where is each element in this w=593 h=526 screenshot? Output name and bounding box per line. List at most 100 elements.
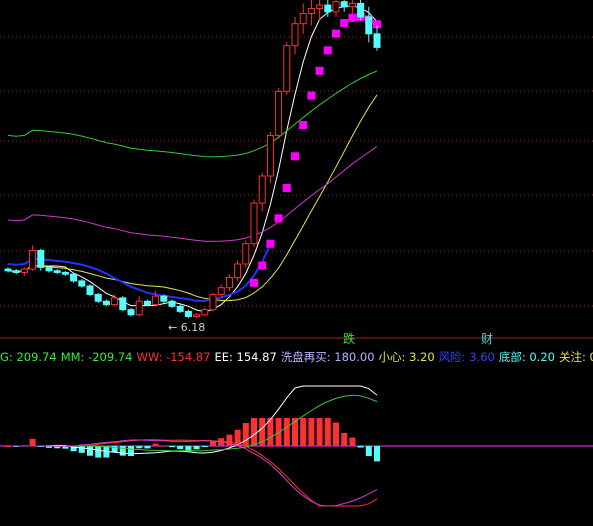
candle-body bbox=[135, 300, 143, 316]
indicator-bar bbox=[160, 445, 167, 447]
signal-label: 跌 bbox=[343, 331, 355, 346]
candle-body bbox=[160, 295, 168, 302]
signal-label: 财 bbox=[481, 332, 493, 346]
legend-item: 风险: 3.60 bbox=[438, 350, 495, 364]
magenta-marker bbox=[282, 184, 291, 193]
magenta-marker bbox=[323, 46, 332, 55]
candle-body bbox=[209, 293, 217, 311]
candlesticks bbox=[4, 0, 381, 319]
ma-blue-line bbox=[7, 243, 272, 302]
indicator-bar bbox=[324, 418, 331, 446]
magenta-marker bbox=[340, 19, 349, 28]
magenta-marker bbox=[274, 214, 283, 223]
magenta-marker bbox=[250, 278, 258, 287]
candle-body bbox=[365, 16, 373, 35]
magenta-marker bbox=[258, 261, 267, 270]
ma-white-line bbox=[7, 5, 378, 313]
indicator-bar bbox=[349, 437, 356, 446]
indicator-bar bbox=[292, 418, 298, 446]
indicator-bar bbox=[333, 422, 339, 446]
indicator-bar bbox=[128, 446, 134, 456]
indicator-bar bbox=[78, 446, 85, 453]
candle-body bbox=[86, 285, 94, 295]
indicator-bar bbox=[136, 446, 143, 449]
candle-body bbox=[357, 2, 365, 18]
indicator-bar bbox=[374, 446, 380, 462]
indicator-bar bbox=[152, 443, 159, 446]
candle-body bbox=[234, 263, 242, 279]
candle-body bbox=[291, 23, 299, 47]
osc-magenta-line bbox=[8, 439, 378, 507]
candle-body bbox=[193, 314, 201, 317]
candle-body bbox=[152, 295, 160, 306]
legend-item: 小心: 3.20 bbox=[378, 350, 435, 364]
indicator-bar bbox=[87, 446, 93, 456]
price-annotation: ← 6.18 bbox=[168, 321, 205, 334]
candle-body bbox=[53, 270, 61, 273]
candle-body bbox=[37, 249, 45, 268]
candle-body bbox=[29, 249, 37, 270]
indicator-bar bbox=[316, 418, 323, 446]
magenta-marker bbox=[348, 13, 357, 22]
candle-body bbox=[225, 277, 233, 289]
ma-magenta-line bbox=[7, 146, 378, 242]
ma-green-line bbox=[7, 70, 378, 158]
candle-body bbox=[299, 13, 307, 25]
candle-body bbox=[168, 300, 176, 307]
candle-body bbox=[217, 287, 225, 295]
candle-body bbox=[143, 300, 151, 306]
indicator-bar bbox=[251, 418, 257, 446]
candle-body bbox=[201, 309, 209, 316]
indicator-bar bbox=[177, 446, 184, 450]
magenta-marker bbox=[332, 29, 340, 38]
indicator-bar bbox=[283, 418, 290, 446]
candle-body bbox=[373, 33, 381, 48]
candle-body bbox=[119, 297, 127, 311]
legend-item: WW: -154.87 bbox=[136, 350, 211, 364]
ma-yellow-line bbox=[7, 94, 378, 302]
indicator-bar bbox=[341, 432, 348, 446]
legend-items: G: 209.74 MM: -209.74 WW: -154.87 EE: 154.8… bbox=[0, 350, 593, 364]
osc-red-line bbox=[8, 439, 378, 507]
magenta-marker bbox=[315, 66, 324, 75]
magenta-marker bbox=[299, 121, 308, 130]
candle-body bbox=[266, 134, 274, 177]
indicator-bar bbox=[193, 446, 200, 450]
candle-body bbox=[94, 293, 102, 302]
indicator-bar bbox=[365, 446, 372, 457]
candle-body bbox=[45, 266, 53, 272]
candle-body bbox=[102, 300, 110, 306]
candle-body bbox=[324, 4, 332, 13]
magenta-marker bbox=[266, 239, 275, 248]
indicator-bar bbox=[201, 446, 208, 447]
indicator-bar bbox=[119, 446, 126, 456]
candle-body bbox=[127, 309, 135, 316]
indicator-bar bbox=[300, 418, 307, 446]
chart-labels: ← 6.18 跌 财 bbox=[168, 321, 493, 346]
candle-body bbox=[340, 1, 348, 8]
candle-body bbox=[242, 243, 250, 265]
candle-body bbox=[332, 1, 340, 13]
moving-average-lines bbox=[7, 5, 378, 313]
legend-item: MM: -209.74 bbox=[60, 350, 133, 364]
legend-item: 关注: 0. bbox=[558, 350, 593, 364]
candle-body bbox=[111, 297, 119, 306]
magenta-marker bbox=[307, 91, 316, 100]
candle-body bbox=[258, 175, 266, 204]
candle-body bbox=[316, 4, 324, 9]
indicator-bar bbox=[357, 446, 364, 448]
candle-body bbox=[307, 7, 315, 15]
indicator-bar bbox=[29, 438, 36, 446]
legend-item: EE: 154.87 bbox=[214, 350, 277, 364]
indicator-bar bbox=[169, 446, 175, 448]
grid-lines bbox=[0, 36, 593, 447]
indicator-bar bbox=[308, 418, 315, 446]
candle-body bbox=[275, 90, 283, 136]
candle-body bbox=[20, 268, 28, 273]
legend-item: 底部: 0.20 bbox=[498, 350, 555, 364]
stock-chart: ← 6.18 跌 财 bbox=[0, 0, 593, 507]
candle-body bbox=[283, 45, 291, 92]
candle-body bbox=[61, 271, 69, 275]
indicator-bar bbox=[242, 422, 249, 446]
candle-body bbox=[348, 2, 356, 8]
